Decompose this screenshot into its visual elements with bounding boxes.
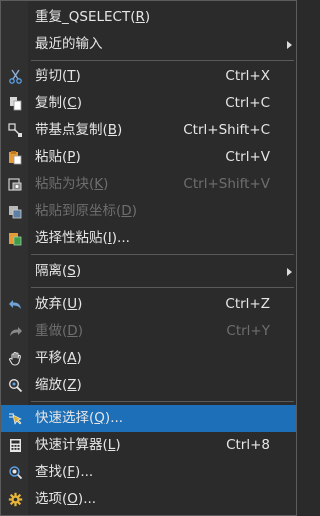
paste-icon [9, 151, 22, 165]
submenu-arrow-icon [287, 268, 292, 276]
menu-item-shortcut: Ctrl+8 [226, 437, 270, 453]
menu-item-shortcut: Ctrl+Shift+C [183, 122, 270, 138]
menu-item-label: 粘贴为块(K) [35, 176, 109, 192]
pan-hand-icon [8, 351, 21, 366]
menu-item-label: 重复_QSELECT(R) [35, 9, 151, 25]
context-menu: 重复_QSELECT(R) 最近的输入 剪切(T) Ctrl+X 复制(C) C… [0, 0, 297, 516]
menu-item-label: 查找(F)... [35, 464, 94, 480]
paste-as-block-icon [8, 178, 22, 191]
menu-item-label: 选择性粘贴(I)... [35, 230, 130, 246]
menu-item-zoom[interactable]: 缩放(Z) [1, 372, 296, 399]
menu-item-shortcut: Ctrl+Y [226, 323, 270, 339]
options-gear-icon [8, 492, 23, 507]
menu-item-copy-with-basepoint[interactable]: 带基点复制(B) Ctrl+Shift+C [1, 117, 296, 144]
submenu-arrow-icon [287, 41, 292, 49]
menu-item-label: 粘贴(P) [35, 149, 81, 165]
menu-item-pan[interactable]: 平移(A) [1, 345, 296, 372]
menu-item-shortcut: Ctrl+Shift+V [183, 176, 270, 192]
menu-item-paste-as-block[interactable]: 粘贴为块(K) Ctrl+Shift+V [1, 171, 296, 198]
menu-item-quick-calculator[interactable]: 快速计算器(L) Ctrl+8 [1, 432, 296, 459]
menu-item-label: 重做(D) [35, 323, 83, 339]
menu-item-label: 剪切(T) [35, 68, 81, 84]
menu-item-repeat-qselect[interactable]: 重复_QSELECT(R) [1, 4, 296, 31]
menu-item-label: 放弃(U) [35, 296, 83, 312]
menu-item-label: 快速计算器(L) [35, 437, 121, 453]
find-icon [9, 466, 23, 480]
menu-separator [31, 60, 294, 61]
copy-with-basepoint-icon [8, 123, 22, 137]
menu-item-find[interactable]: 查找(F)... [1, 459, 296, 486]
redo-icon [10, 327, 22, 336]
undo-icon [9, 300, 21, 309]
menu-item-label: 隔离(S) [35, 263, 82, 279]
menu-item-shortcut: Ctrl+Z [225, 296, 270, 312]
menu-item-label: 选项(O)... [35, 491, 97, 507]
menu-item-shortcut: Ctrl+C [225, 95, 270, 111]
menu-item-label: 粘贴到原坐标(D) [35, 203, 137, 219]
menu-item-shortcut: Ctrl+V [225, 149, 270, 165]
menu-item-copy[interactable]: 复制(C) Ctrl+C [1, 90, 296, 117]
menu-item-paste-to-original-coordinates[interactable]: 粘贴到原坐标(D) [1, 198, 296, 225]
zoom-icon [9, 379, 23, 393]
menu-item-cut[interactable]: 剪切(T) Ctrl+X [1, 63, 296, 90]
menu-item-undo[interactable]: 放弃(U) Ctrl+Z [1, 291, 296, 318]
menu-item-label: 平移(A) [35, 350, 82, 366]
menu-item-options[interactable]: 选项(O)... [1, 486, 296, 513]
menu-separator [31, 401, 294, 402]
copy-icon [10, 97, 22, 111]
scissors-icon [9, 69, 22, 84]
menu-item-isolate[interactable]: 隔离(S) [1, 258, 296, 285]
menu-item-quick-select[interactable]: 快速选择(Q)... [1, 405, 296, 432]
menu-item-label: 最近的输入 [35, 36, 103, 52]
menu-item-label: 复制(C) [35, 95, 82, 111]
menu-item-shortcut: Ctrl+X [225, 68, 270, 84]
calculator-icon [10, 439, 21, 452]
menu-item-paste-special[interactable]: 选择性粘贴(I)... [1, 225, 296, 252]
menu-item-label: 带基点复制(B) [35, 122, 123, 138]
menu-separator [31, 254, 294, 255]
menu-item-recent-input[interactable]: 最近的输入 [1, 31, 296, 58]
menu-item-redo[interactable]: 重做(D) Ctrl+Y [1, 318, 296, 345]
menu-item-paste[interactable]: 粘贴(P) Ctrl+V [1, 144, 296, 171]
paste-special-icon [9, 233, 22, 246]
menu-item-label: 快速选择(Q)... [35, 410, 124, 426]
quick-select-icon [9, 413, 22, 425]
paste-to-original-icon [9, 206, 22, 219]
menu-item-label: 缩放(Z) [35, 377, 82, 393]
menu-separator [31, 287, 294, 288]
